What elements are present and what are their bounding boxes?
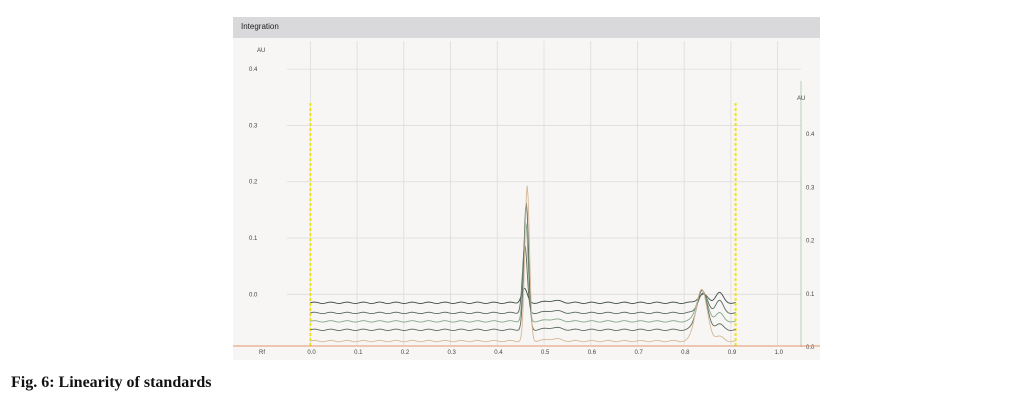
x-tick-label: 0.1 — [354, 350, 363, 356]
y-tick-label-right: 0.2 — [806, 239, 815, 245]
y-axis-label-left: AU — [257, 48, 265, 54]
chart-figure: Integration AU AU Rf 0.00.10.20.30.40.50… — [233, 17, 820, 360]
x-axis-label: Rf — [259, 350, 265, 356]
y-tick-label-right: 0.3 — [806, 185, 815, 191]
x-tick-label: 0.4 — [494, 350, 503, 356]
y-tick-label-left: 0.1 — [249, 236, 258, 242]
series-group — [310, 185, 736, 343]
x-tick-label: 0.5 — [541, 350, 550, 356]
y-tick-label-right: 0.4 — [806, 132, 815, 138]
x-tick-label: 0.7 — [634, 350, 643, 356]
figure-caption: Fig. 6: Linearity of standards — [11, 374, 212, 391]
chromatogram-chart: AU AU Rf 0.00.10.20.30.40.50.60.70.80.91… — [233, 41, 820, 356]
x-tick-label: 0.3 — [448, 350, 457, 356]
x-tick-label: 0.6 — [588, 350, 597, 356]
y-tick-label-left: 0.3 — [249, 123, 258, 129]
y-tick-label-left: 0.4 — [249, 67, 258, 73]
y-tick-label-right: 0.1 — [806, 292, 815, 298]
x-tick-label: 0.9 — [728, 350, 737, 356]
x-tick-label: 1.0 — [775, 350, 784, 356]
y-tick-label-left: 0.0 — [249, 292, 258, 298]
x-tick-label: 0.8 — [681, 350, 690, 356]
grid-lines — [287, 41, 801, 345]
x-tick-label: 0.2 — [401, 350, 410, 356]
y-tick-label-left: 0.2 — [249, 180, 258, 186]
x-tick-label: 0.0 — [307, 350, 316, 356]
